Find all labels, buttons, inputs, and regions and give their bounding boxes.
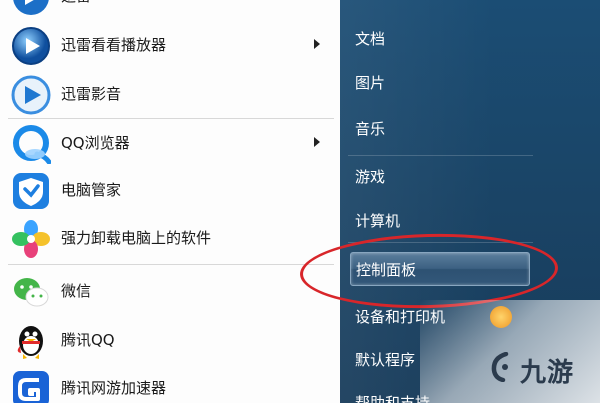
program-label: 腾讯QQ bbox=[61, 331, 115, 349]
watermark-glow bbox=[490, 306, 512, 328]
program-label: 微信 bbox=[61, 282, 92, 300]
program-item-tencent-qq[interactable]: 腾讯QQ bbox=[0, 317, 340, 363]
right-item-games[interactable]: 游戏 bbox=[350, 160, 530, 194]
pc-manager-shield-icon bbox=[11, 171, 51, 211]
program-label: 腾讯网游加速器 bbox=[61, 379, 167, 397]
uninstaller-petals-icon bbox=[11, 219, 51, 259]
program-item-qq-browser[interactable]: QQ浏览器 bbox=[0, 120, 340, 166]
wechat-icon bbox=[11, 272, 51, 312]
right-item-pictures[interactable]: 图片 bbox=[350, 66, 530, 100]
program-label: 迅雷看看播放器 bbox=[61, 36, 167, 54]
submenu-arrow-icon bbox=[314, 137, 320, 147]
program-label: 迅雷 bbox=[61, 0, 91, 19]
divider bbox=[8, 118, 334, 119]
qq-penguin-icon bbox=[11, 321, 51, 361]
jiuyou-logo-icon bbox=[488, 351, 514, 383]
program-label: 电脑管家 bbox=[61, 181, 122, 199]
program-item-xunlei[interactable]: 迅雷 bbox=[0, 0, 340, 19]
programs-list-panel: 迅雷 迅雷看看播放器 迅雷影音 bbox=[0, 0, 340, 403]
right-item-documents[interactable]: 文档 bbox=[350, 22, 530, 56]
qq-browser-icon bbox=[11, 124, 52, 165]
right-item-music[interactable]: 音乐 bbox=[350, 112, 530, 146]
program-label: QQ浏览器 bbox=[61, 134, 130, 152]
program-label: 强力卸载电脑上的软件 bbox=[61, 229, 212, 247]
xunlei-yingyin-icon bbox=[11, 75, 51, 115]
program-label: 迅雷影音 bbox=[61, 85, 122, 103]
program-item-pc-manager[interactable]: 电脑管家 bbox=[0, 167, 340, 213]
program-item-uninstaller[interactable]: 强力卸载电脑上的软件 bbox=[0, 215, 340, 261]
program-item-wechat[interactable]: 微信 bbox=[0, 268, 340, 314]
xunlei-kankan-player-icon bbox=[11, 26, 51, 66]
submenu-arrow-icon bbox=[314, 39, 320, 49]
program-item-xunlei-kankan[interactable]: 迅雷看看播放器 bbox=[0, 22, 340, 68]
program-item-xunlei-yingyin[interactable]: 迅雷影音 bbox=[0, 71, 340, 117]
program-item-game-accelerator[interactable]: 腾讯网游加速器 bbox=[0, 365, 340, 403]
xunlei-icon bbox=[11, 0, 51, 17]
game-accelerator-icon bbox=[11, 369, 51, 403]
watermark-text: 九游 bbox=[520, 358, 575, 388]
divider bbox=[348, 155, 533, 156]
divider bbox=[8, 264, 334, 265]
